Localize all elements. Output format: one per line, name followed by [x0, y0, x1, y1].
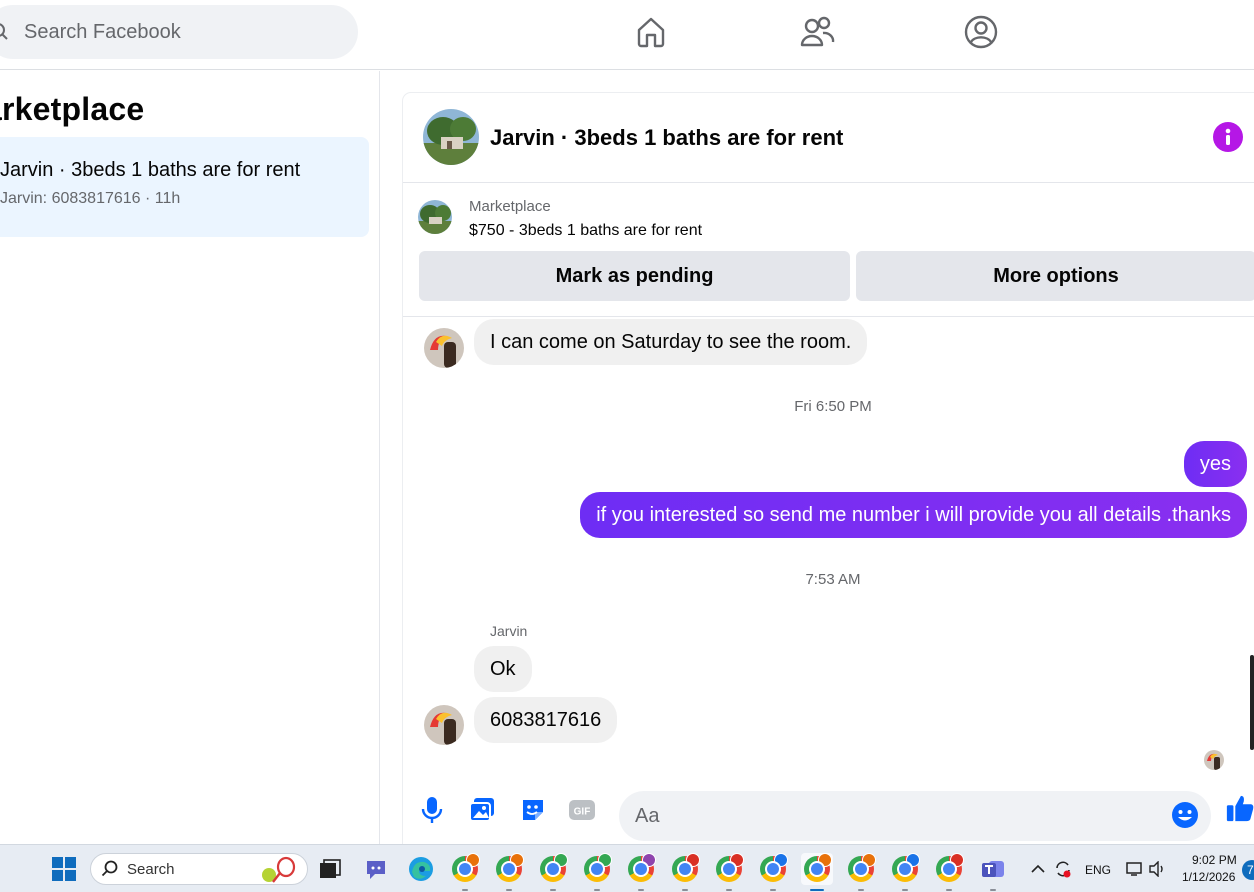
message-input[interactable]: [635, 791, 1155, 841]
network-icon[interactable]: [1124, 853, 1146, 885]
message-timestamp: 7:53 AM: [805, 571, 861, 588]
sender-name: Jarvin: [490, 623, 528, 639]
message-bubble[interactable]: I can come on Saturday to see the room.: [474, 319, 868, 365]
windows-start-icon[interactable]: [48, 853, 80, 885]
read-receipt-avatar: [1204, 750, 1224, 770]
chrome-profile-icon[interactable]: [757, 853, 789, 891]
listing-thumbnail[interactable]: [418, 200, 452, 234]
taskbar-search-label: Search: [127, 861, 175, 878]
sender-avatar[interactable]: [424, 705, 464, 745]
emoji-icon[interactable]: [1171, 801, 1199, 829]
listing-price: $750 - 3beds 1 baths are for rent: [469, 222, 703, 239]
message-thread: I can come on Saturday to see the room. …: [403, 318, 1254, 778]
conversation-title: Jarvin · 3beds 1 baths are for rent: [0, 159, 301, 181]
listing-source-label: Marketplace: [469, 198, 551, 215]
chrome-profile-icon[interactable]: [713, 853, 745, 891]
chrome-profile-icon[interactable]: [625, 853, 657, 891]
chrome-profile-icon[interactable]: [889, 853, 921, 891]
chrome-profile-icon[interactable]: [493, 853, 525, 891]
task-view-icon[interactable]: [314, 853, 346, 885]
clock-time[interactable]: 9:02 PM: [1192, 853, 1237, 867]
search-input[interactable]: Search Facebook: [24, 21, 181, 44]
search-box[interactable]: Search Facebook: [0, 5, 358, 59]
edge-browser-icon[interactable]: [405, 853, 437, 885]
profile-icon[interactable]: [963, 14, 999, 50]
chrome-profile-icon[interactable]: [537, 853, 569, 891]
chrome-profile-icon[interactable]: [449, 853, 481, 891]
friends-icon[interactable]: [799, 14, 835, 50]
mark-as-pending-button[interactable]: Mark as pending: [419, 251, 850, 301]
notification-badge[interactable]: 7: [1242, 860, 1254, 880]
chrome-profile-icon-active[interactable]: [801, 853, 833, 891]
language-indicator[interactable]: ENG: [1085, 863, 1111, 877]
message-composer: GIF: [403, 783, 1254, 843]
home-icon[interactable]: [633, 14, 669, 50]
chat-header: Jarvin · 3beds 1 baths are for rent: [403, 93, 1254, 183]
message-bubble[interactable]: Ok: [474, 646, 532, 692]
message-bubble-sent[interactable]: yes: [1183, 441, 1247, 487]
conversation-preview: Jarvin: 6083817616 · 11h: [0, 190, 181, 207]
chrome-profile-icon[interactable]: [669, 853, 701, 891]
sticker-icon[interactable]: [518, 795, 548, 825]
search-icon: [0, 22, 12, 42]
message-bubble-sent[interactable]: if you interested so send me number i wi…: [580, 492, 1247, 538]
top-navigation-bar: Search Facebook: [0, 0, 1254, 70]
clock-date[interactable]: 1/12/2026: [1182, 870, 1235, 884]
photo-icon[interactable]: [467, 795, 497, 825]
listing-avatar[interactable]: [423, 109, 479, 165]
sync-icon[interactable]: [1050, 853, 1076, 885]
more-options-button[interactable]: More options: [856, 251, 1254, 301]
teams-chat-icon[interactable]: [360, 853, 392, 885]
microphone-icon[interactable]: [417, 795, 447, 825]
message-bubble[interactable]: 6083817616: [474, 697, 618, 743]
chat-scrollbar[interactable]: [1250, 655, 1254, 750]
conversations-panel: arketplace Jarvin · 3beds 1 baths are fo…: [0, 71, 380, 844]
chrome-profile-icon[interactable]: [933, 853, 965, 891]
message-timestamp: Fri 6:50 PM: [794, 398, 872, 415]
chat-window: Jarvin · 3beds 1 baths are for rent Mark…: [403, 93, 1254, 844]
chat-title: Jarvin · 3beds 1 baths are for rent: [490, 125, 844, 150]
taskbar-search-box[interactable]: Search: [90, 853, 308, 885]
windows-taskbar: Search ENG 9:02 PM 1/12/2026 7: [0, 844, 1254, 892]
tennis-decoration-icon: [259, 856, 301, 889]
chrome-profile-icon[interactable]: [581, 853, 613, 891]
teams-icon[interactable]: [977, 853, 1009, 891]
search-icon: [101, 860, 119, 883]
chevron-up-icon[interactable]: [1028, 853, 1048, 885]
page-title: arketplace: [0, 91, 145, 127]
chrome-profile-icon[interactable]: [845, 853, 877, 891]
info-icon[interactable]: [1213, 122, 1243, 152]
volume-icon[interactable]: [1147, 853, 1169, 885]
message-input-box[interactable]: [619, 791, 1211, 841]
like-icon[interactable]: [1225, 793, 1254, 823]
conversation-item[interactable]: Jarvin · 3beds 1 baths are for rent Jarv…: [0, 137, 369, 237]
gif-icon[interactable]: GIF: [567, 795, 597, 825]
gif-label: GIF: [574, 807, 591, 818]
sender-avatar[interactable]: [424, 328, 464, 368]
